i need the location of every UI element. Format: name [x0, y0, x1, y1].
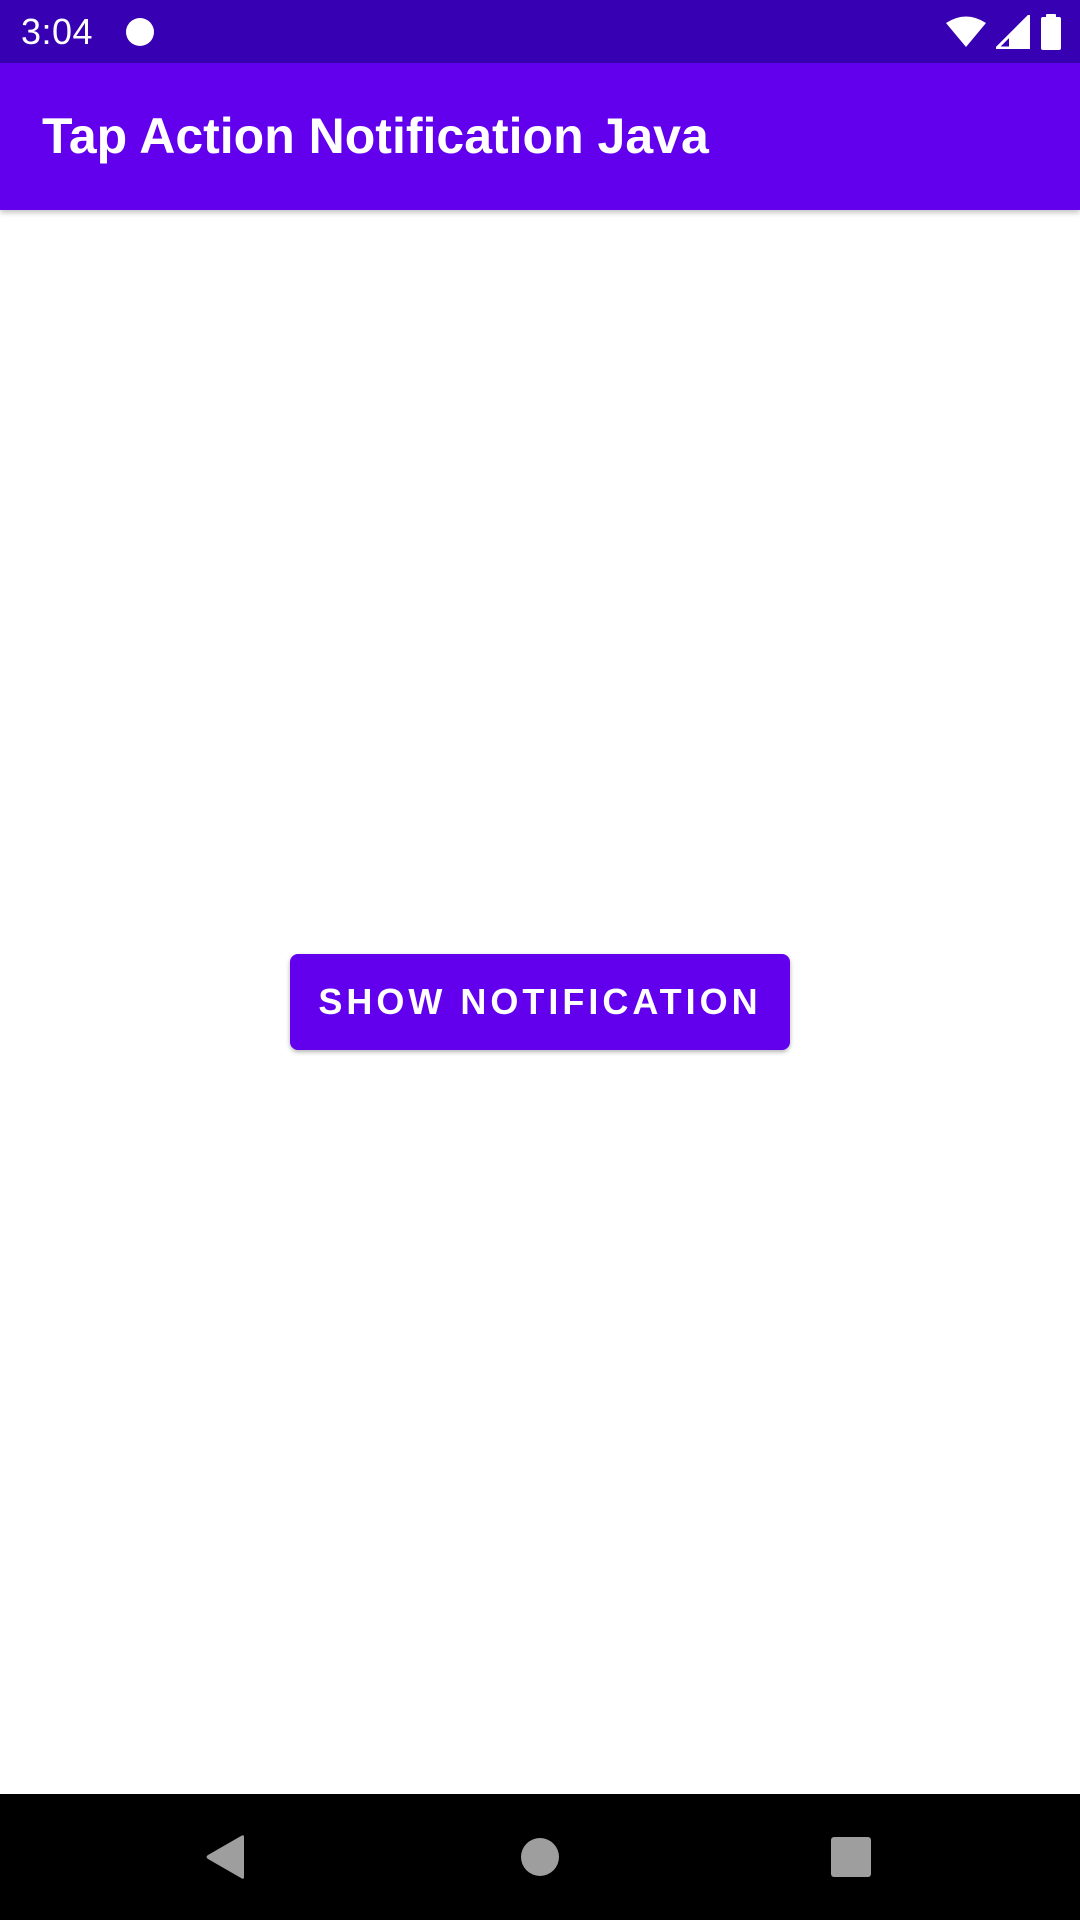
home-icon [521, 1838, 559, 1876]
status-bar: 3:04 [0, 0, 1080, 63]
home-button[interactable] [477, 1794, 603, 1920]
notification-dot-icon [126, 18, 154, 46]
back-icon [206, 1835, 244, 1879]
cellular-signal-icon [996, 15, 1030, 49]
show-notification-button[interactable]: Show Notification [290, 954, 790, 1050]
app-title: Tap Action Notification Java [42, 108, 709, 164]
navigation-bar [0, 1794, 1080, 1920]
recents-button[interactable] [788, 1794, 914, 1920]
battery-icon [1040, 14, 1062, 50]
status-time: 3:04 [21, 11, 94, 52]
back-button[interactable] [162, 1794, 288, 1920]
recents-icon [831, 1837, 871, 1877]
wifi-icon [946, 16, 986, 48]
app-bar: Tap Action Notification Java [0, 63, 1080, 210]
status-icons [946, 14, 1062, 50]
main-content: Show Notification [0, 210, 1080, 1794]
